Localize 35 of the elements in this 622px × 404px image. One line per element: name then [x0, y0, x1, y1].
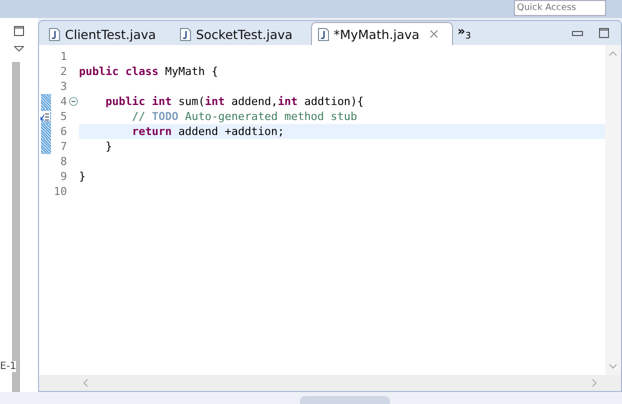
editor-tab[interactable]: SocketTest.java: [174, 23, 307, 45]
restore-icon[interactable]: [14, 26, 24, 36]
current-line-highlight: return addend +addtion;: [79, 124, 605, 139]
scroll-left-icon[interactable]: [83, 379, 88, 387]
scroll-up-icon[interactable]: [609, 51, 617, 56]
line-number: 9: [59, 170, 67, 183]
java-file-icon: [318, 28, 329, 40]
close-icon[interactable]: [430, 30, 438, 38]
editor-tab[interactable]: ClientTest.java: [43, 23, 170, 45]
line-number: 3: [59, 80, 67, 93]
line-number: 5: [59, 110, 67, 123]
line-number: 8: [59, 155, 67, 168]
dropdown-icon[interactable]: [14, 46, 24, 52]
panel-label: E-1: [0, 361, 16, 372]
quick-access-field[interactable]: Quick Access: [514, 0, 606, 16]
line-number: 2: [59, 65, 67, 78]
scroll-right-icon[interactable]: [592, 379, 597, 387]
maximize-icon[interactable]: [599, 28, 609, 38]
code-line: public int sum(int addend,int addtion){: [104, 95, 364, 108]
line-number: 10: [53, 185, 67, 198]
code-line: }: [79, 170, 86, 183]
more-tabs-button[interactable]: »$_{3}$: [457, 24, 471, 42]
line-number: 1: [59, 50, 67, 63]
scroll-down-icon[interactable]: [609, 364, 617, 369]
editor-tab[interactable]: *MyMath.java: [310, 22, 454, 45]
code-line: }: [104, 140, 112, 153]
minimize-icon[interactable]: [572, 30, 583, 36]
code-line: public class MyMath {: [79, 65, 218, 78]
line-number: 7: [59, 140, 67, 153]
code-line: // TODO Auto-generated method stub: [130, 110, 358, 123]
line-number: 4: [59, 95, 67, 108]
line-number: 6: [59, 125, 67, 138]
java-file-icon: [49, 28, 60, 40]
java-file-icon: [180, 28, 191, 40]
collapse-icon[interactable]: [68, 97, 78, 106]
